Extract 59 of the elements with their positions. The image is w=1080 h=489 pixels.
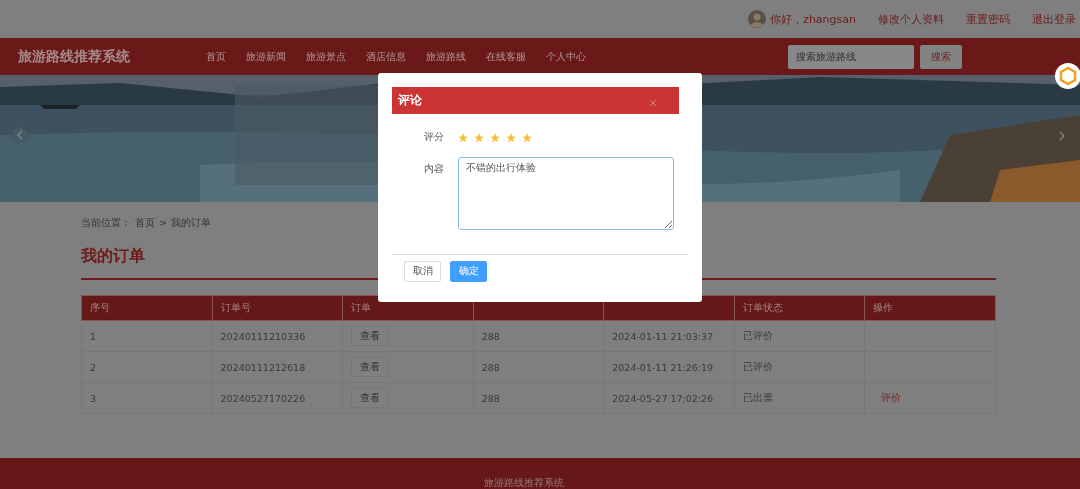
search-button[interactable]: 搜索 bbox=[920, 44, 962, 69]
page-title: 我的订单 bbox=[81, 246, 146, 267]
search-field[interactable]: 搜索旅游路线 bbox=[788, 44, 914, 69]
column-header: 序号 bbox=[81, 295, 213, 321]
breadcrumb-label: 当前位置： bbox=[81, 217, 131, 230]
table-cell: 20240111210336 bbox=[212, 320, 343, 352]
hexagon-icon[interactable] bbox=[1052, 63, 1080, 89]
table-cell: 已评价 bbox=[734, 320, 865, 352]
view-button[interactable]: 查看 bbox=[351, 388, 390, 408]
table-cell: 20240111212618 bbox=[212, 351, 343, 383]
star-icon[interactable] bbox=[522, 132, 532, 143]
nav-link[interactable]: 个人中心 bbox=[546, 49, 586, 64]
content-label: 内容 bbox=[424, 163, 445, 176]
avatar-icon bbox=[748, 10, 767, 28]
table-cell: 2 bbox=[81, 351, 213, 383]
star-icon[interactable] bbox=[474, 132, 484, 143]
table-cell: 2024-01-11 21:03:37 bbox=[603, 320, 735, 352]
review-link[interactable]: 评价 bbox=[881, 391, 902, 403]
rating-label: 评分 bbox=[424, 131, 445, 144]
view-button[interactable]: 查看 bbox=[351, 326, 390, 346]
table-cell: 2024-01-11 21:26:19 bbox=[603, 351, 735, 383]
table-cell: 288 bbox=[473, 382, 604, 414]
table-cell: 1 bbox=[81, 320, 213, 352]
chevron-left-icon[interactable] bbox=[12, 127, 28, 143]
account-link[interactable]: 修改个人资料 bbox=[878, 11, 944, 27]
column-header: 订单状态 bbox=[734, 295, 865, 321]
nav-link[interactable]: 旅游景点 bbox=[306, 49, 346, 64]
table-cell: 已评价 bbox=[734, 351, 865, 383]
nav-link[interactable]: 旅游新闻 bbox=[246, 49, 286, 64]
star-icon[interactable] bbox=[490, 132, 500, 143]
table-cell: 2024-05-27 17:02:26 bbox=[603, 382, 735, 414]
table-cell: 20240527170226 bbox=[212, 382, 343, 414]
dialog-title: 评论 bbox=[398, 92, 422, 109]
comment-field[interactable]: 不错的出行体验 bbox=[458, 157, 674, 230]
breadcrumb-link[interactable]: 首页 bbox=[135, 217, 155, 230]
footer-text: 旅游路线推荐系统 bbox=[484, 477, 564, 489]
table-cell: 3 bbox=[81, 382, 213, 414]
view-button[interactable]: 查看 bbox=[351, 357, 390, 377]
table-cell: 288 bbox=[473, 320, 604, 352]
nav-link[interactable]: 旅游路线 bbox=[426, 49, 466, 64]
column-header: 订单号 bbox=[212, 295, 343, 321]
cancel-button[interactable]: 取消 bbox=[404, 261, 441, 282]
nav-link[interactable]: 在线客服 bbox=[486, 49, 526, 64]
close-icon[interactable] bbox=[649, 99, 657, 107]
table-cell: 288 bbox=[473, 351, 604, 383]
greeting-text: 你好，zhangsan bbox=[770, 11, 856, 27]
breadcrumb-separator: > bbox=[159, 217, 167, 230]
site-logo: 旅游路线推荐系统 bbox=[18, 47, 131, 66]
confirm-button[interactable]: 确定 bbox=[450, 261, 487, 282]
column-header: 操作 bbox=[864, 295, 996, 321]
account-link[interactable]: 重置密码 bbox=[966, 11, 1010, 27]
nav-link[interactable]: 首页 bbox=[206, 49, 226, 64]
star-icon[interactable] bbox=[506, 132, 516, 143]
star-icon[interactable] bbox=[458, 132, 468, 143]
chevron-right-icon[interactable] bbox=[1058, 131, 1066, 141]
table-cell: 已出票 bbox=[734, 382, 865, 414]
account-link[interactable]: 退出登录 bbox=[1032, 11, 1076, 27]
breadcrumb-link[interactable]: 我的订单 bbox=[170, 217, 211, 230]
nav-link[interactable]: 酒店信息 bbox=[366, 49, 406, 64]
